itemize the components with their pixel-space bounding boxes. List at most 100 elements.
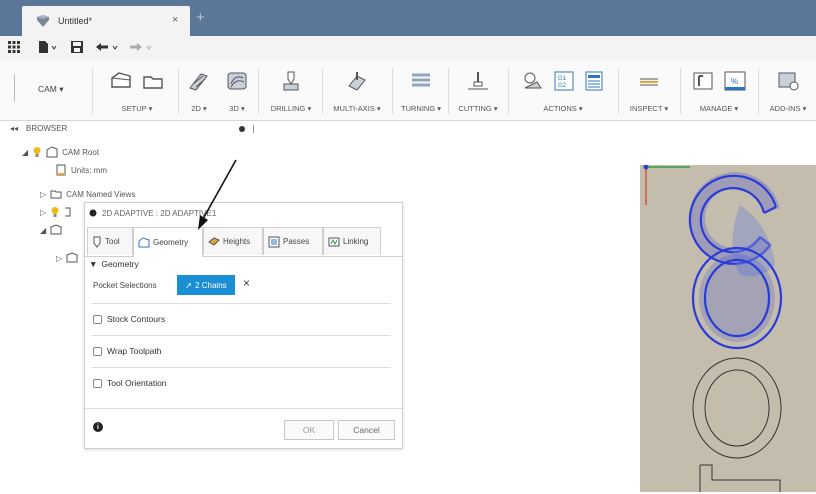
ribbon-separator	[392, 68, 393, 114]
tree-node-operation[interactable]: ▷	[56, 250, 78, 266]
tab-heights[interactable]: Heights	[203, 227, 263, 255]
scripts-addins-icon	[778, 72, 799, 91]
expand-arrow-icon[interactable]: ◢	[40, 226, 46, 235]
close-tab-icon[interactable]: ×	[172, 14, 178, 26]
dialog-title: 2D ADAPTIVE : 2D ADAPTIVE1	[102, 208, 217, 218]
inspect-group[interactable]: INSPECT ▾	[620, 66, 678, 118]
grid-menu-icon[interactable]	[8, 41, 20, 53]
2d-group[interactable]: 2D ▾	[180, 66, 218, 118]
expand-arrow-icon[interactable]: ◢	[22, 148, 28, 157]
operation-dialog[interactable]: 2D ADAPTIVE : 2D ADAPTIVE1 Tool Geometry…	[84, 202, 403, 449]
setup-group[interactable]: SETUP ▾	[98, 66, 176, 118]
collapse-arrow-icon[interactable]: ▷	[56, 254, 62, 263]
multi-axis-group-label: MULTI-AXIS ▾	[333, 104, 381, 113]
ribbon-grip	[14, 74, 15, 102]
actions-group-label: ACTIONS ▾	[543, 104, 583, 113]
letter-o-outline[interactable]	[692, 357, 782, 459]
tree-node-label: CAM Named Views	[66, 189, 136, 199]
tree-node-label: Units: mm	[71, 165, 107, 175]
tab-label: Tool	[105, 237, 120, 246]
tab-passes[interactable]: Passes	[263, 227, 323, 255]
operations-folder-icon	[50, 224, 62, 235]
document-tab[interactable]: Untitled* ×	[22, 6, 190, 36]
3d-group[interactable]: 3D ▾	[218, 66, 256, 118]
folder-icon	[50, 190, 62, 199]
new-tab-button[interactable]: +	[196, 9, 205, 26]
manage-group[interactable]: % MANAGE ▾	[682, 66, 756, 118]
inspect-group-label: INSPECT ▾	[629, 104, 669, 113]
cutting-group[interactable]: CUTTING ▾	[450, 66, 506, 118]
tab-geometry[interactable]: Geometry	[133, 227, 203, 257]
tree-node-setup[interactable]: ▷	[40, 204, 72, 220]
wrap-toolpath-option[interactable]: Wrap Toolpath	[93, 342, 162, 360]
file-menu-icon[interactable]	[38, 40, 58, 54]
passes-tab-icon	[268, 236, 280, 247]
tool-orientation-checkbox[interactable]	[93, 378, 102, 388]
dialog-status-icon	[89, 209, 97, 217]
turning-icon	[412, 73, 430, 87]
collapse-arrow-icon[interactable]: ▷	[40, 208, 46, 217]
ok-button[interactable]: OK	[284, 420, 334, 440]
collapse-browser-icon[interactable]: ◂◂	[10, 124, 18, 133]
multi-axis-group[interactable]: MULTI-AXIS ▾	[322, 66, 392, 118]
lightbulb-icon[interactable]	[50, 206, 60, 218]
save-icon[interactable]	[70, 40, 84, 54]
app-logo-icon	[36, 15, 50, 29]
chains-count: 2 Chains	[195, 280, 227, 290]
quick-access-toolbar	[0, 36, 816, 60]
section-collapse-icon[interactable]: ▼	[89, 259, 97, 269]
tree-node-units[interactable]: Units: mm	[55, 162, 107, 178]
add-ins-group[interactable]: ADD-INS ▾	[760, 66, 816, 118]
workspace-switcher[interactable]: CAM ▾	[38, 84, 64, 95]
geometry-section-header[interactable]: ▼ Geometry	[89, 259, 139, 269]
tab-label: Linking	[343, 237, 369, 246]
undo-icon[interactable]	[94, 41, 120, 53]
tree-node-label: CAM Root	[62, 147, 100, 157]
ribbon-separator	[178, 68, 179, 114]
divider	[91, 367, 391, 368]
new-setup-icon	[111, 72, 131, 88]
tab-linking[interactable]: Linking	[323, 227, 381, 255]
cancel-button[interactable]: Cancel	[338, 420, 395, 440]
letter-o-selected[interactable]	[691, 246, 783, 350]
stock-contours-checkbox[interactable]	[93, 314, 102, 324]
setup-sheet-icon	[143, 76, 163, 89]
cursor-arrow-icon: ➚	[185, 280, 193, 290]
ribbon-toolbar: CAM ▾ SETUP ▾ 2D ▾ 3D ▾ DRILLING ▾ MULTI…	[0, 60, 816, 121]
dialog-title-bar[interactable]: 2D ADAPTIVE : 2D ADAPTIVE1	[85, 203, 402, 223]
cam-root-icon	[46, 146, 58, 158]
tree-node-operations[interactable]: ◢	[40, 222, 62, 238]
divider	[85, 408, 402, 409]
add-ins-group-label: ADD-INS ▾	[769, 104, 807, 113]
pocket-selections-button[interactable]: ➚ 2 Chains	[177, 275, 235, 295]
section-title: Geometry	[101, 259, 139, 269]
info-icon[interactable]: i	[93, 422, 103, 432]
browser-pin-icon[interactable]	[238, 125, 258, 133]
simulate-icon	[524, 72, 542, 89]
redo-icon[interactable]	[128, 41, 154, 53]
model-canvas[interactable]	[640, 164, 816, 492]
linking-tab-icon	[328, 237, 340, 246]
tree-node-cam-root[interactable]: ◢ CAM Root	[22, 144, 99, 160]
turning-group-label: TURNING ▾	[400, 104, 441, 113]
option-label: Wrap Toolpath	[107, 346, 162, 356]
wrap-toolpath-checkbox[interactable]	[93, 346, 102, 356]
ribbon-separator	[680, 68, 681, 114]
drilling-group-label: DRILLING ▾	[270, 104, 312, 113]
stock-contours-option[interactable]: Stock Contours	[93, 310, 165, 328]
letter-l-outline[interactable]	[699, 464, 781, 492]
2d-adaptive-icon	[189, 73, 208, 91]
lightbulb-icon[interactable]	[32, 146, 42, 158]
tool-orientation-option[interactable]: Tool Orientation	[93, 374, 167, 392]
collapse-arrow-icon[interactable]: ▷	[40, 190, 46, 199]
actions-group[interactable]: G1 G2 ACTIONS ▾	[510, 66, 616, 118]
browser-title: BROWSER	[26, 124, 68, 133]
cutting-icon	[468, 72, 488, 90]
clear-selection-icon[interactable]: ×	[243, 276, 250, 290]
tree-node-named-views[interactable]: ▷ CAM Named Views	[40, 186, 135, 202]
drilling-group[interactable]: DRILLING ▾	[260, 66, 322, 118]
tab-tool[interactable]: Tool	[87, 227, 133, 255]
ribbon-separator	[508, 68, 509, 114]
turning-group[interactable]: TURNING ▾	[394, 66, 448, 118]
3d-viewport[interactable]	[640, 164, 816, 492]
